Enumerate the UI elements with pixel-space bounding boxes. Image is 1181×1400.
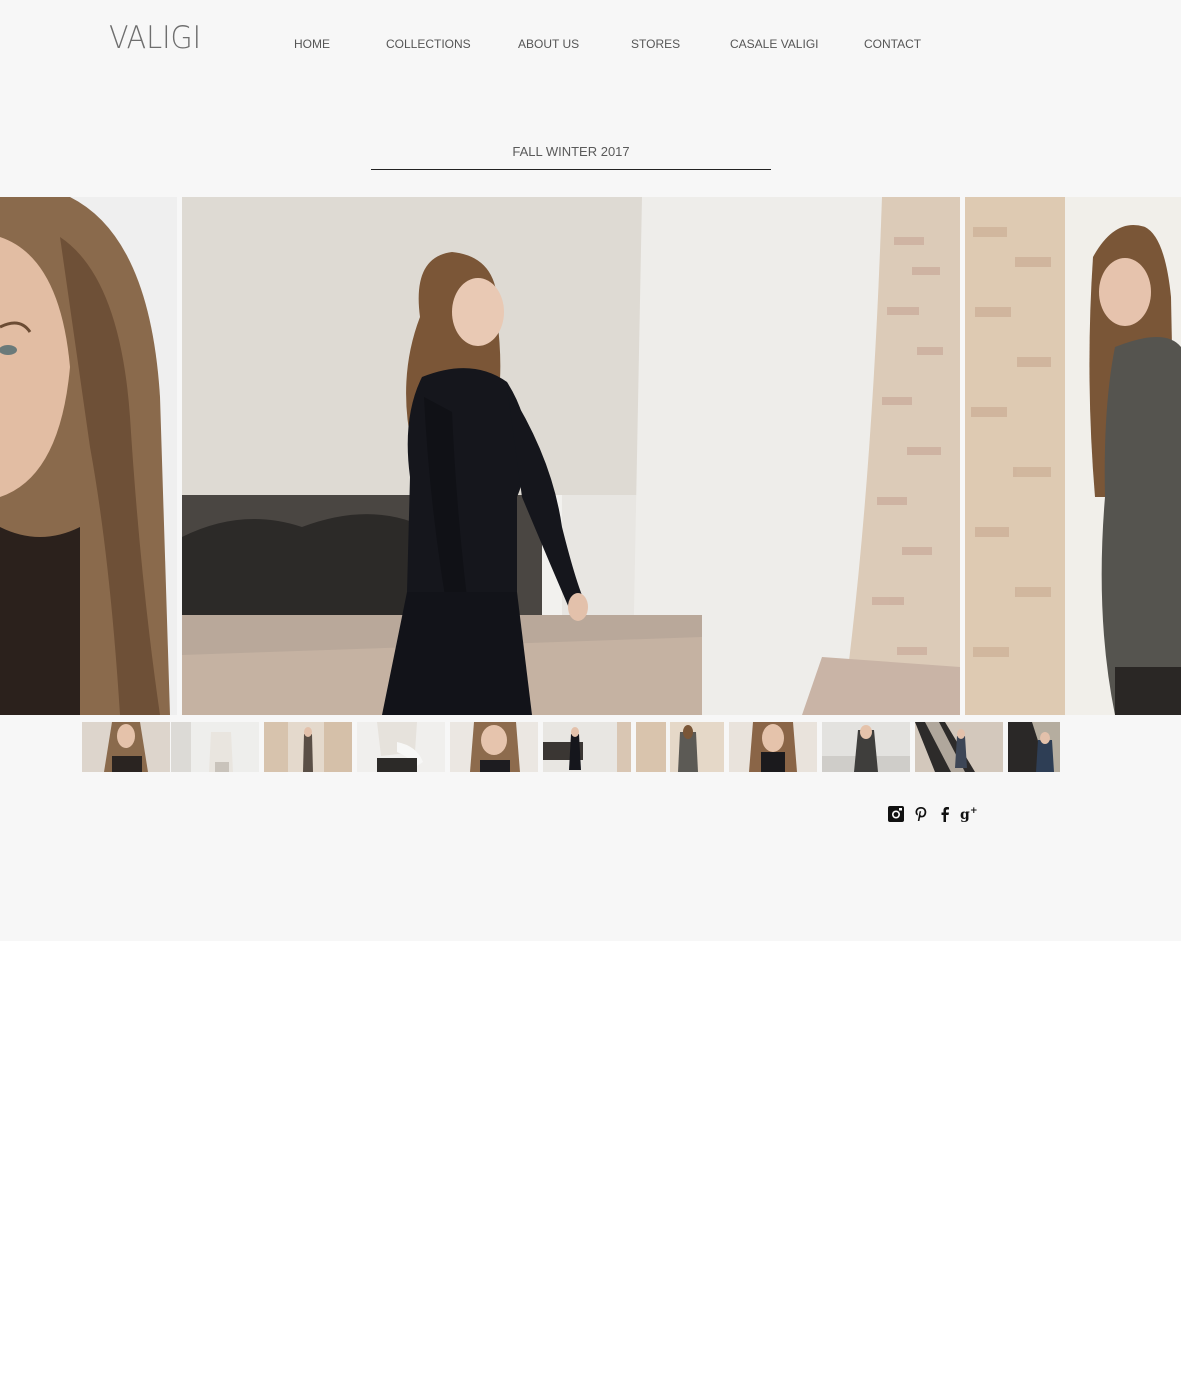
thumbnail[interactable] — [171, 722, 259, 772]
thumbnail[interactable] — [915, 722, 1003, 772]
nav-casale-valigi[interactable]: CASALE VALIGI — [730, 37, 818, 51]
instagram-icon[interactable] — [887, 805, 905, 823]
google-plus-icon[interactable]: g + — [960, 805, 978, 823]
nav-contact[interactable]: CONTACT — [864, 37, 921, 51]
slide-next[interactable] — [965, 197, 1181, 715]
thumbnail[interactable] — [1008, 722, 1060, 772]
nav-about-us[interactable]: ABOUT US — [518, 37, 579, 51]
svg-text:g: g — [960, 807, 970, 823]
slide-current[interactable] — [182, 197, 960, 715]
pinterest-icon[interactable] — [912, 805, 930, 823]
facebook-icon[interactable] — [936, 805, 954, 823]
thumbnail-strip — [82, 722, 1060, 772]
thumbnail[interactable] — [543, 722, 631, 772]
main-nav: HOME COLLECTIONS ABOUT US STORES CASALE … — [0, 37, 1181, 53]
nav-collections[interactable]: COLLECTIONS — [386, 37, 471, 51]
thumbnail[interactable] — [822, 722, 910, 772]
slide-previous[interactable] — [0, 197, 177, 715]
thumbnail[interactable] — [636, 722, 724, 772]
title-divider — [371, 169, 771, 170]
nav-home[interactable]: HOME — [294, 37, 330, 51]
thumbnail[interactable] — [357, 722, 445, 772]
thumbnail[interactable] — [82, 722, 170, 772]
thumbnail[interactable] — [264, 722, 352, 772]
nav-stores[interactable]: STORES — [631, 37, 680, 51]
thumbnail[interactable] — [450, 722, 538, 772]
collection-title: FALL WINTER 2017 — [512, 144, 630, 159]
site-container: VALIGI HOME COLLECTIONS ABOUT US STORES … — [0, 0, 1181, 941]
thumbnail[interactable] — [729, 722, 817, 772]
svg-text:+: + — [970, 806, 978, 816]
image-slideshow[interactable] — [0, 197, 1181, 715]
